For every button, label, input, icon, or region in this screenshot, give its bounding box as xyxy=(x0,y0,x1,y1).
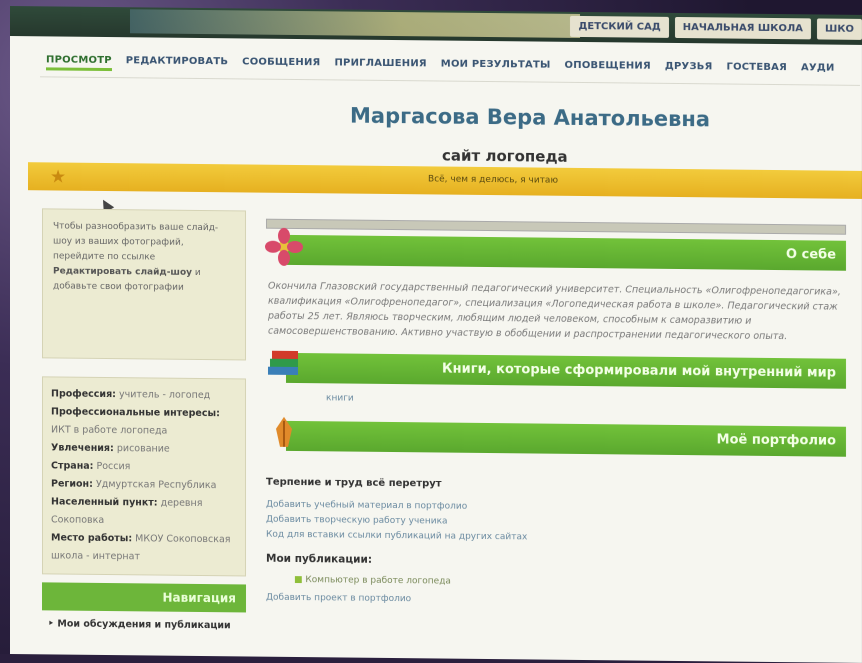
portfolio-header: Моё портфолио xyxy=(276,416,846,457)
tip-text: Чтобы разнообразить ваше слайд-шоу из ва… xyxy=(53,221,219,263)
books-title: Книги, которые сформировали мой внутренн… xyxy=(442,361,836,381)
profile-row: Место работы: МКОУ Сокоповская школа - и… xyxy=(51,532,231,563)
about-title: О себе xyxy=(786,247,836,263)
nav-item-invitations[interactable]: ПРИГЛАШЕНИЯ xyxy=(334,57,426,74)
header-banner-image xyxy=(130,9,580,38)
browser-screen: ДЕТСКИЙ САД НАЧАЛЬНАЯ ШКОЛА ШКО ПРОСМОТР… xyxy=(10,6,862,663)
school-tabs: ДЕТСКИЙ САД НАЧАЛЬНАЯ ШКОЛА ШКО xyxy=(570,15,862,40)
profile-row: Увлечения: рисование xyxy=(51,442,170,455)
books-icon xyxy=(268,350,298,376)
nav-item-guestbook[interactable]: ГОСТЕВАЯ xyxy=(726,62,787,79)
books-header: Книги, которые сформировали мой внутренн… xyxy=(268,350,846,389)
main-content: О себе Окончила Глазовский государственн… xyxy=(265,218,846,609)
nav-item-edit[interactable]: РЕДАКТИРОВАТЬ xyxy=(126,55,228,72)
edit-slideshow-link[interactable]: Редактировать слайд-шоу xyxy=(53,266,192,277)
publication-item[interactable]: Компьютер в работе логопеда xyxy=(294,575,846,591)
profile-row: Населенный пункт: деревня Сокоповка xyxy=(51,496,203,526)
slideshow-banner: ★ Всё, чем я делюсь, я читаю xyxy=(28,162,862,199)
sidebar-item-discussions[interactable]: ‣ Мои обсуждения и публикации xyxy=(42,610,246,639)
nav-item-view[interactable]: ПРОСМОТР xyxy=(46,54,112,72)
progress-strip xyxy=(266,218,846,235)
nav-item-notifications[interactable]: ОПОВЕЩЕНИЯ xyxy=(565,60,651,77)
sidebar-nav-header: Навигация xyxy=(42,582,246,613)
publications-title: Мои публикации: xyxy=(266,552,373,566)
about-text: Окончила Глазовский государственный педа… xyxy=(268,280,841,343)
slideshow-tip: Чтобы разнообразить ваше слайд-шоу из ва… xyxy=(42,208,246,361)
school-tab[interactable]: ШКО xyxy=(816,18,862,40)
profile-row: Страна: Россия xyxy=(51,460,131,473)
add-project-link[interactable]: Добавить проект в портфолио xyxy=(266,593,846,609)
portfolio-title: Моё портфолио xyxy=(716,432,836,449)
school-tab[interactable]: НАЧАЛЬНАЯ ШКОЛА xyxy=(674,16,811,40)
nav-item-friends[interactable]: ДРУЗЬЯ xyxy=(665,61,713,77)
profile-row: Профессия: учитель - логопед xyxy=(51,388,211,402)
star-icon: ★ xyxy=(50,166,67,188)
profile-row: Профессиональные интересы: ИКТ в работе … xyxy=(51,406,220,437)
nav-item-audio[interactable]: АУДИ xyxy=(801,62,835,78)
nav-item-results[interactable]: МОИ РЕЗУЛЬТАТЫ xyxy=(441,59,551,76)
books-link[interactable]: книги xyxy=(326,393,846,408)
profile-row: Регион: Удмуртская Республика xyxy=(51,478,217,492)
nav-item-messages[interactable]: СООБЩЕНИЯ xyxy=(242,56,320,73)
leaf-icon xyxy=(276,416,292,447)
portfolio-motto: Терпение и труд всё перетрут xyxy=(266,476,442,490)
about-header: О себе xyxy=(265,227,846,271)
main-nav: ПРОСМОТР РЕДАКТИРОВАТЬ СООБЩЕНИЯ ПРИГЛАШ… xyxy=(46,54,835,78)
banner-text: Всё, чем я делюсь, я читаю xyxy=(428,174,558,186)
nav-divider xyxy=(40,76,860,86)
page-subtitle: сайт логопеда xyxy=(442,146,568,166)
school-tab[interactable]: ДЕТСКИЙ САД xyxy=(570,15,669,38)
page-title: Маргасова Вера Анатольевна xyxy=(350,103,711,132)
flower-icon xyxy=(265,227,303,266)
sidebar: Чтобы разнообразить ваше слайд-шоу из ва… xyxy=(42,208,246,639)
profile-info: Профессия: учитель - логопед Профессиона… xyxy=(42,376,246,577)
